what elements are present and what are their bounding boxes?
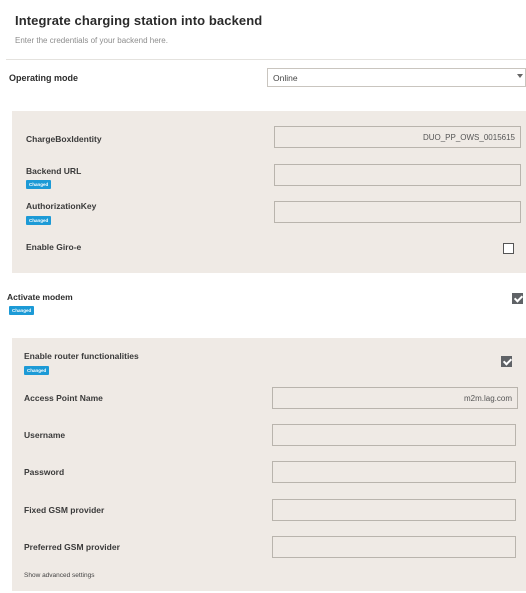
- operating-mode-label: Operating mode: [9, 73, 79, 83]
- preferred-gsm-label: Preferred GSM provider: [24, 542, 120, 552]
- operating-mode-value: Online: [273, 73, 298, 83]
- apn-field[interactable]: m2m.lag.com: [272, 387, 518, 409]
- backend-url-field[interactable]: [274, 164, 521, 186]
- changed-badge: Changed: [24, 366, 50, 375]
- preferred-gsm-field[interactable]: [272, 536, 516, 558]
- authorization-key-field[interactable]: [274, 201, 521, 223]
- changed-badge: Changed: [26, 216, 52, 225]
- charge-box-identity-label: ChargeBoxIdentity: [26, 134, 102, 144]
- router-functionalities-label: Enable router functionalities: [24, 351, 139, 361]
- divider: [6, 59, 526, 60]
- apn-label: Access Point Name: [24, 393, 103, 403]
- username-field[interactable]: [272, 424, 516, 446]
- chevron-down-icon: [517, 74, 523, 78]
- giro-e-checkbox[interactable]: [503, 243, 514, 254]
- apn-value: m2m.lag.com: [463, 394, 512, 403]
- backend-title: Integrate charging station into backend: [15, 13, 263, 28]
- giro-e-label: Enable Giro-e: [26, 242, 82, 252]
- fixed-gsm-label: Fixed GSM provider: [24, 505, 105, 515]
- activate-modem-label: Activate modem: [7, 292, 73, 302]
- password-label: Password: [24, 467, 65, 477]
- activate-modem-checkbox[interactable]: [512, 293, 523, 304]
- router-functionalities-checkbox[interactable]: [501, 356, 512, 367]
- username-label: Username: [24, 430, 66, 440]
- changed-badge: Changed: [9, 306, 35, 315]
- charge-box-identity-value: DUO_PP_OWS_0015615: [422, 133, 515, 142]
- backend-url-label: Backend URL: [26, 166, 82, 176]
- password-field[interactable]: [272, 461, 516, 483]
- operating-mode-select[interactable]: Online: [267, 68, 526, 87]
- charge-box-identity-field[interactable]: DUO_PP_OWS_0015615: [274, 126, 521, 148]
- changed-badge: Changed: [26, 180, 52, 189]
- backend-subtitle: Enter the credentials of your backend he…: [15, 36, 168, 45]
- fixed-gsm-field[interactable]: [272, 499, 516, 521]
- authorization-key-label: AuthorizationKey: [26, 201, 97, 211]
- show-advanced-settings-link[interactable]: Show advanced settings: [24, 572, 94, 579]
